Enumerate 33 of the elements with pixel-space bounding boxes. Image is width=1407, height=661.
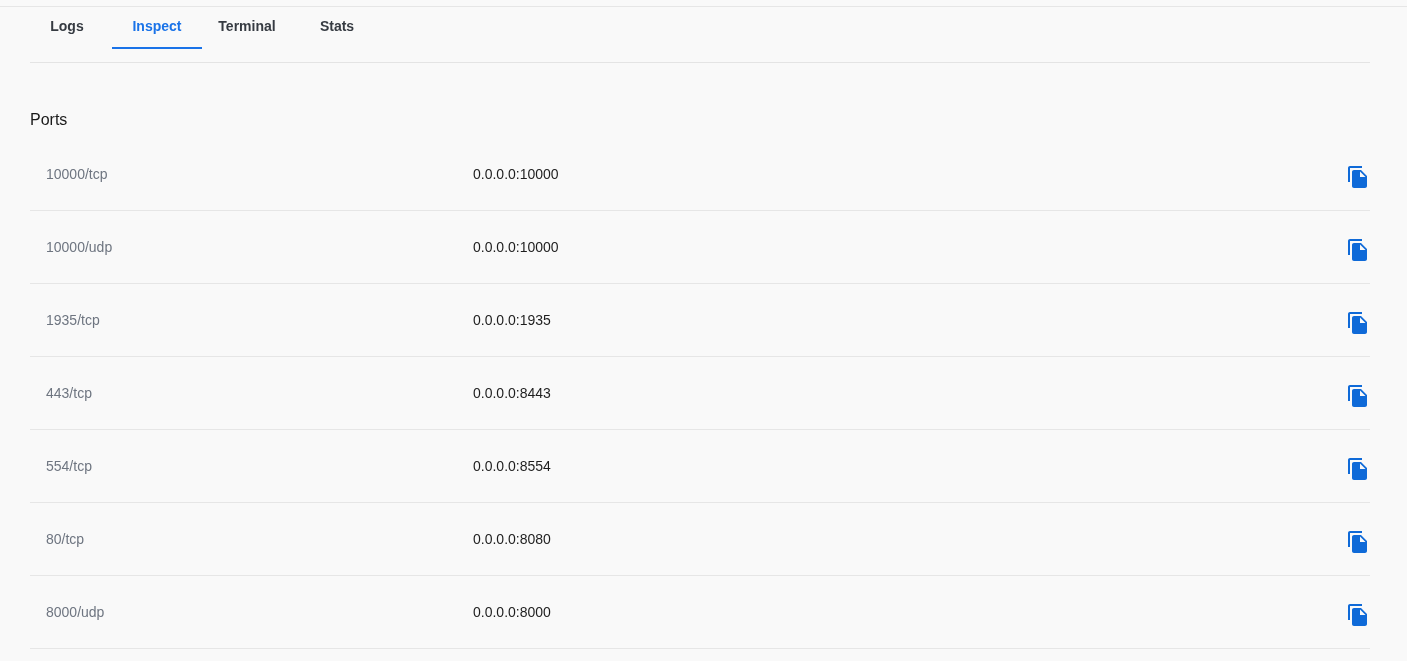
copy-button[interactable] [1348,311,1367,334]
copy-button[interactable] [1348,238,1367,261]
port-text: 10000/tcp [45,166,109,182]
port-text: 554/tcp [45,458,93,474]
host-binding-text: 0.0.0.0:10000 [473,239,560,255]
tab[interactable]: Inspect [112,7,202,49]
host-binding-text: 0.0.0.0:8000 [473,604,552,620]
host-binding-text: 0.0.0.0:1935 [473,312,552,328]
copy-icon [1348,530,1367,553]
copy-icon [1348,384,1367,407]
copy-button[interactable] [1348,603,1367,626]
port-text: 80/tcp [45,531,86,547]
copy-button[interactable] [1348,457,1367,480]
port-text: 1935/tcp [45,312,101,328]
tab[interactable]: Terminal [202,7,292,49]
copy-button[interactable] [1348,384,1367,407]
port-text: 443/tcp [45,385,93,401]
copy-button[interactable] [1348,530,1367,553]
copy-button[interactable] [1348,165,1367,188]
host-binding-text: 0.0.0.0:8443 [473,385,552,401]
copy-icon [1348,457,1367,480]
port-text: 10000/udp [45,239,114,255]
copy-icon [1348,165,1367,188]
tab[interactable]: Logs [22,7,112,49]
tab[interactable]: Stats [292,7,382,49]
copy-icon [1348,238,1367,261]
copy-icon [1348,311,1367,334]
host-binding-text: 0.0.0.0:8080 [473,531,552,547]
port-text: 8000/udp [45,604,106,620]
section-title: Ports [30,110,69,130]
host-binding-text: 0.0.0.0:8554 [473,458,552,474]
copy-icon [1348,603,1367,626]
host-binding-text: 0.0.0.0:10000 [473,166,560,182]
